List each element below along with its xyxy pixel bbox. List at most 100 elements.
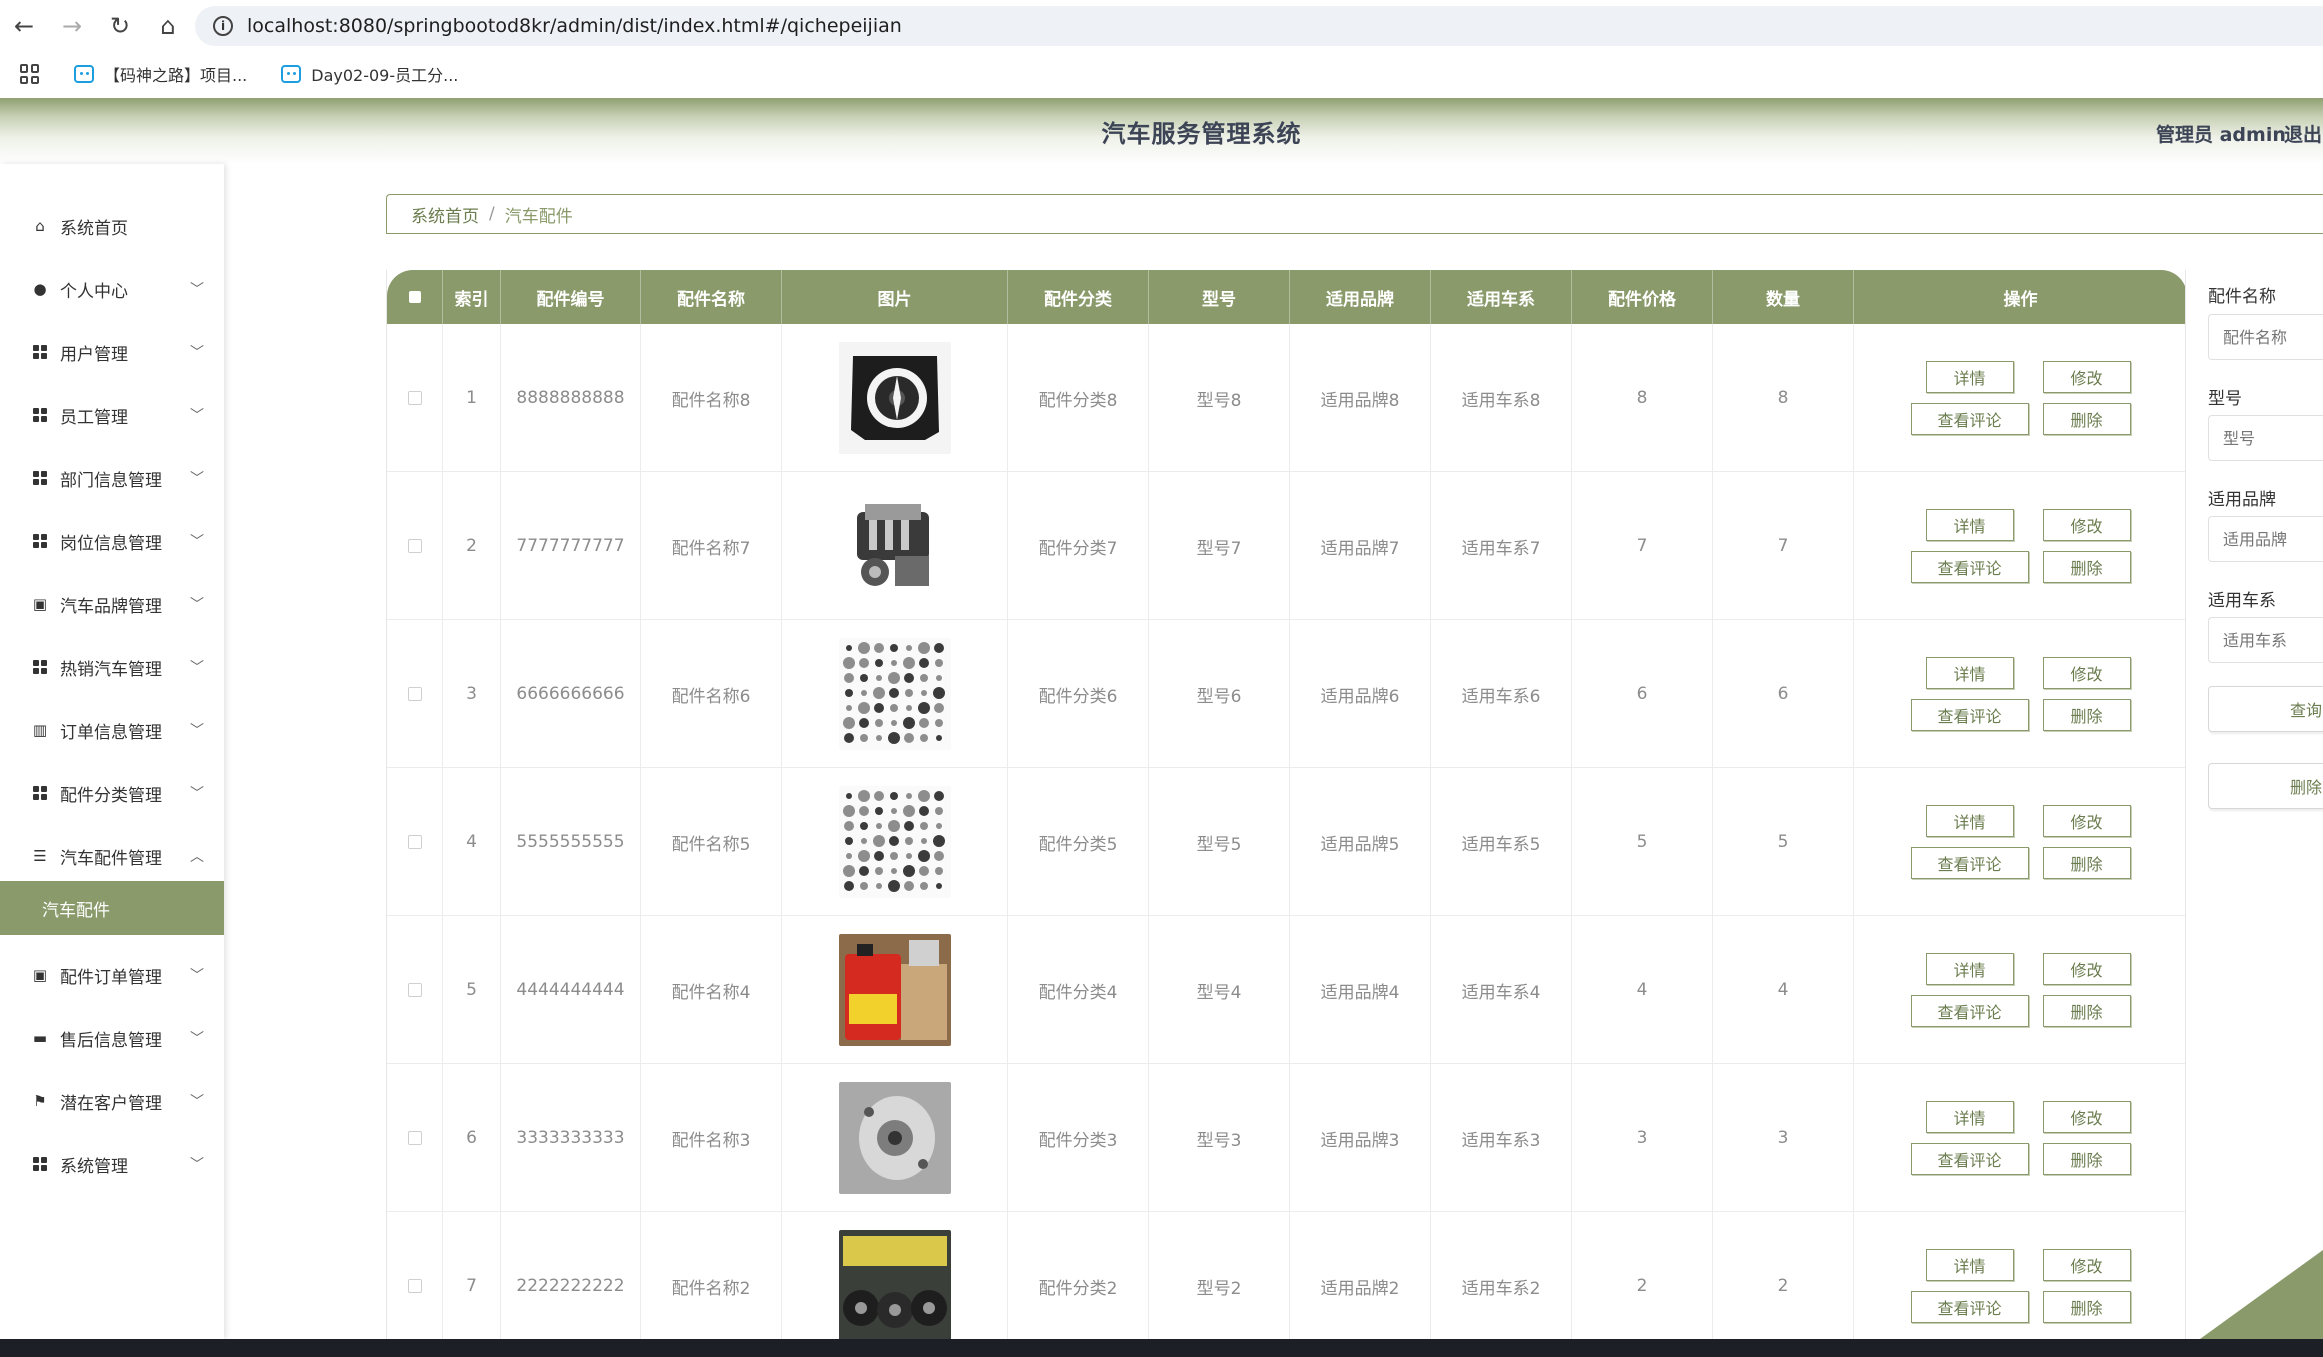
cell-brand: 适用品牌3 (1290, 1064, 1431, 1212)
apps-icon[interactable] (20, 64, 40, 84)
header-select-all[interactable] (387, 270, 443, 324)
sidebar-item[interactable]: 用户管理 ﹀ (0, 332, 224, 372)
detail-button[interactable]: 详情 (1925, 953, 2014, 985)
column-header: 数量 (1713, 270, 1854, 324)
part-image (838, 490, 951, 602)
address-bar[interactable]: i localhost:8080/springbootod8kr/admin/d… (195, 6, 2323, 46)
row-select-cell (387, 916, 443, 1064)
home-nav-icon[interactable]: ⌂ (144, 0, 192, 52)
bilibili-icon (74, 65, 94, 83)
reload-icon[interactable]: ↻ (96, 0, 144, 52)
edit-button[interactable]: 修改 (2042, 1101, 2131, 1133)
cell-model: 型号2 (1149, 1212, 1290, 1339)
column-header: 配件分类 (1008, 270, 1149, 324)
row-actions: 详情 修改 查看评论 删除 (1910, 361, 2131, 435)
breadcrumb-home[interactable]: 系统首页 (411, 202, 479, 227)
detail-button[interactable]: 详情 (1925, 657, 2014, 689)
search-input[interactable] (2208, 516, 2323, 562)
actions-cell: 详情 修改 查看评论 删除 (1854, 324, 2185, 472)
grid-icon (32, 407, 48, 423)
edit-button[interactable]: 修改 (2042, 509, 2131, 541)
part-image (838, 1082, 951, 1194)
sidebar-item[interactable]: ● 个人中心 ﹀ (0, 269, 224, 309)
sidebar-item[interactable]: 部门信息管理 ﹀ (0, 458, 224, 498)
row-checkbox[interactable] (407, 391, 422, 405)
logout-button[interactable]: 退出 (2284, 120, 2322, 147)
detail-button[interactable]: 详情 (1925, 1101, 2014, 1133)
image-cell (782, 1212, 1008, 1339)
row-actions: 详情 修改 查看评论 删除 (1910, 509, 2131, 583)
view-reviews-button[interactable]: 查看评论 (1910, 847, 2029, 879)
sidebar-item[interactable]: ☰ 汽车配件管理 ︿ (0, 836, 224, 876)
sidebar-item[interactable]: ▥ 订单信息管理 ﹀ (0, 710, 224, 750)
cell-price: 2 (1572, 1212, 1713, 1339)
delete-button[interactable]: 删除 (2042, 403, 2131, 435)
column-header: 索引 (443, 270, 501, 324)
search-input[interactable] (2208, 617, 2323, 663)
cell-name: 配件名称3 (641, 1064, 782, 1212)
grid-icon (32, 470, 48, 486)
breadcrumb-current: 汽车配件 (504, 206, 573, 227)
sidebar-item[interactable]: 配件分类管理 ﹀ (0, 773, 224, 813)
batch-delete-button[interactable]: 删除 (2208, 763, 2323, 809)
sidebar-item[interactable]: 员工管理 ﹀ (0, 395, 224, 435)
table-row: 5 4444444444 配件名称4 配件分类4 型号4 适用品牌4 适用车系4 4 4 详情 修改… (387, 916, 2185, 1064)
delete-button[interactable]: 删除 (2042, 995, 2131, 1027)
forward-icon[interactable]: → (48, 0, 96, 52)
sidebar-item[interactable]: ⚑ 潜在客户管理 ﹀ (0, 1081, 224, 1121)
row-checkbox[interactable] (407, 1131, 422, 1145)
view-reviews-button[interactable]: 查看评论 (1910, 1291, 2029, 1323)
edit-button[interactable]: 修改 (2042, 953, 2131, 985)
cell-index: 5 (443, 916, 501, 1064)
sidebar-item[interactable]: ▣ 汽车品牌管理 ﹀ (0, 584, 224, 624)
cell-code: 7777777777 (501, 472, 641, 620)
edit-button[interactable]: 修改 (2042, 657, 2131, 689)
app-title: 汽车服务管理系统 (1101, 119, 1302, 148)
view-reviews-button[interactable]: 查看评论 (1910, 1143, 2029, 1175)
cell-brand: 适用品牌4 (1290, 916, 1431, 1064)
chevron-down-icon: ﹀ (190, 408, 204, 424)
delete-button[interactable]: 删除 (2042, 699, 2131, 731)
detail-button[interactable]: 详情 (1925, 361, 2014, 393)
view-reviews-button[interactable]: 查看评论 (1910, 551, 2029, 583)
sidebar-item[interactable]: 热销汽车管理 ﹀ (0, 647, 224, 687)
bookmark-item[interactable]: Day02-09-员工分... (281, 62, 458, 86)
site-info-icon[interactable]: i (213, 16, 233, 36)
sidebar-item[interactable]: 系统管理 ﹀ (0, 1144, 224, 1184)
detail-button[interactable]: 详情 (1925, 509, 2014, 541)
bookmark-item[interactable]: 【码神之路】项目... (74, 62, 247, 86)
delete-button[interactable]: 删除 (2042, 1291, 2131, 1323)
delete-button[interactable]: 删除 (2042, 1143, 2131, 1175)
detail-button[interactable]: 详情 (1925, 805, 2014, 837)
edit-button[interactable]: 修改 (2042, 361, 2131, 393)
delete-button[interactable]: 删除 (2042, 847, 2131, 879)
sidebar-item[interactable]: ▬ 售后信息管理 ﹀ (0, 1018, 224, 1058)
cell-category: 配件分类4 (1008, 916, 1149, 1064)
view-reviews-button[interactable]: 查看评论 (1910, 403, 2029, 435)
sidebar-item[interactable]: ▣ 配件订单管理 ﹀ (0, 955, 224, 995)
image-cell (782, 1064, 1008, 1212)
row-checkbox[interactable] (407, 687, 422, 701)
sidebar-item[interactable]: 岗位信息管理 ﹀ (0, 521, 224, 561)
cell-category: 配件分类3 (1008, 1064, 1149, 1212)
row-checkbox[interactable] (407, 539, 422, 553)
sidebar-item-label: 汽车品牌管理 (60, 596, 162, 617)
column-header: 图片 (782, 270, 1008, 324)
search-input[interactable] (2208, 314, 2323, 360)
delete-button[interactable]: 删除 (2042, 551, 2131, 583)
sidebar-subitem-active[interactable]: 汽车配件 (0, 881, 224, 935)
cell-code: 3333333333 (501, 1064, 641, 1212)
view-reviews-button[interactable]: 查看评论 (1910, 995, 2029, 1027)
sidebar-item[interactable]: ⌂ 系统首页 (0, 206, 224, 246)
search-input[interactable] (2208, 415, 2323, 461)
row-checkbox[interactable] (407, 835, 422, 849)
back-icon[interactable]: ← (0, 0, 48, 52)
edit-button[interactable]: 修改 (2042, 805, 2131, 837)
row-checkbox[interactable] (407, 1279, 422, 1293)
select-all-checkbox[interactable] (408, 291, 421, 303)
view-reviews-button[interactable]: 查看评论 (1910, 699, 2029, 731)
detail-button[interactable]: 详情 (1925, 1249, 2014, 1281)
query-button[interactable]: 查询 (2208, 686, 2323, 732)
edit-button[interactable]: 修改 (2042, 1249, 2131, 1281)
row-checkbox[interactable] (407, 983, 422, 997)
